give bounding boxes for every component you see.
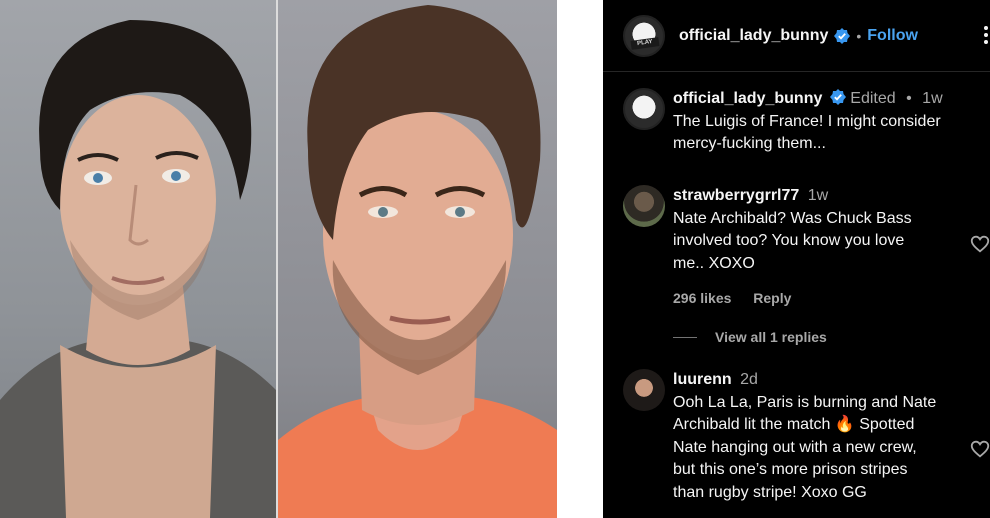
verified-badge-icon: [829, 89, 846, 105]
caption-avatar[interactable]: [623, 88, 665, 130]
comment-text-line: than rugby stripe! Xoxo GG: [673, 483, 867, 501]
mugshot-photo-right: [278, 0, 557, 518]
comment-actions: 296 likes Reply: [673, 290, 983, 306]
commenter-avatar[interactable]: [623, 185, 665, 227]
heart-icon[interactable]: [969, 438, 990, 460]
comments-panel: PLAY official_lady_bunny • Follow offici…: [603, 0, 990, 518]
comment-time[interactable]: 1w: [808, 187, 828, 204]
caption-time[interactable]: 1w: [922, 90, 942, 107]
post-media[interactable]: [0, 0, 557, 518]
media-gutter: [557, 0, 603, 518]
comment-text-line: involved too? You know you love: [673, 232, 905, 249]
commenter-username[interactable]: strawberrygrrl77: [673, 187, 799, 204]
commenter-username[interactable]: luurenn: [673, 371, 732, 388]
comment-body: strawberrygrrl77 1w Nate Archibald? Was …: [673, 185, 983, 275]
edited-label: Edited: [850, 90, 896, 107]
caption-text-line: The Luigis of France! I might consider: [673, 112, 941, 130]
comment-text-line: but this one’s more prison stripes: [673, 461, 908, 478]
commenter-avatar[interactable]: [623, 369, 665, 411]
caption-username[interactable]: official_lady_bunny: [673, 90, 822, 107]
author-avatar[interactable]: PLAY: [623, 14, 665, 57]
divider-line: [673, 336, 697, 338]
comment-text-line: Archibald lit the match 🔥 Spotted: [673, 416, 915, 433]
verified-badge-icon: [834, 27, 851, 44]
mugshot-photo-left: [0, 0, 276, 518]
comment-item: strawberrygrrl77 1w Nate Archibald? Was …: [623, 185, 990, 306]
comment-text-line: me.. XOXO: [673, 254, 755, 272]
post-header: PLAY official_lady_bunny • Follow: [603, 0, 990, 72]
separator-dot: •: [856, 27, 862, 44]
separator-dot: •: [906, 90, 912, 107]
view-replies-button[interactable]: View all 1 replies: [673, 329, 827, 345]
comment-item: luurenn 2d Ooh La La, Paris is burning a…: [623, 369, 990, 504]
comment-time[interactable]: 2d: [740, 371, 758, 388]
caption: official_lady_bunny Edited • 1w The Luig…: [623, 88, 983, 156]
caption-text-line: mercy-fucking them...: [673, 135, 826, 152]
author-username[interactable]: official_lady_bunny: [679, 27, 828, 45]
comment-text-line: Nate Archibald? Was Chuck Bass: [673, 209, 912, 227]
comment-body: luurenn 2d Ooh La La, Paris is burning a…: [673, 369, 983, 504]
follow-button[interactable]: Follow: [867, 27, 918, 45]
view-replies-label: View all 1 replies: [715, 329, 827, 345]
caption-body: official_lady_bunny Edited • 1w The Luig…: [673, 88, 983, 156]
likes-count[interactable]: 296 likes: [673, 290, 731, 306]
comment-text-line: Ooh La La, Paris is burning and Nate: [673, 393, 937, 411]
comment-text-line: Nate hanging out with a new crew,: [673, 438, 917, 456]
reply-button[interactable]: Reply: [753, 290, 791, 306]
more-options-icon[interactable]: [984, 26, 990, 46]
heart-icon[interactable]: [969, 233, 990, 255]
